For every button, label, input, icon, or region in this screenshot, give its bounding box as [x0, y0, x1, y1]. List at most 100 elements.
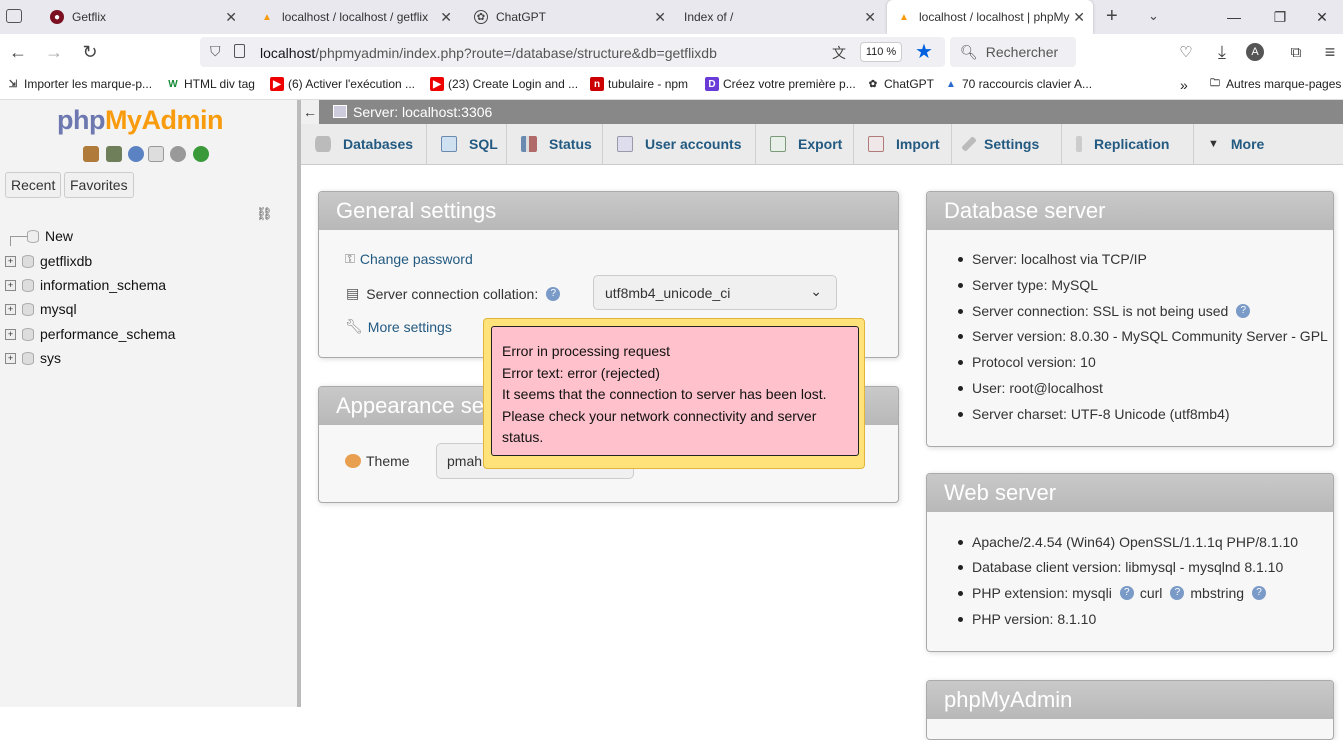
tab-more[interactable]: ▼ More: [1194, 124, 1278, 164]
database-icon: [22, 278, 34, 292]
menu-hamburger-icon[interactable]: ≡: [1318, 40, 1342, 64]
extensions-icon[interactable]: ⧉: [1284, 40, 1308, 64]
list-item: PHP version: 8.1.10: [958, 611, 1096, 627]
tab-settings[interactable]: Settings: [952, 124, 1062, 164]
openclassrooms-icon: D: [705, 77, 719, 91]
docs-icon[interactable]: [148, 146, 164, 162]
error-message: Error in processing request Error text: …: [491, 326, 859, 456]
close-tab-icon[interactable]: ✕: [440, 9, 452, 26]
close-tab-icon[interactable]: ✕: [225, 9, 237, 26]
list-item: Server: localhost via TCP/IP: [958, 251, 1147, 267]
reload-nav-icon[interactable]: [193, 146, 209, 162]
tree-item-mysql[interactable]: + mysql: [0, 299, 77, 319]
bookmark-item[interactable]: ▶ (6) Activer l'exécution ...: [270, 77, 415, 91]
tab-title: Index of /: [684, 10, 734, 24]
bookmark-item[interactable]: W HTML div tag: [166, 77, 255, 91]
back-arrow-icon[interactable]: ←: [6, 40, 30, 64]
link-icon[interactable]: ⛓: [256, 206, 273, 222]
close-tab-icon[interactable]: ✕: [1073, 9, 1085, 26]
database-icon: [22, 351, 34, 365]
minimize-icon[interactable]: —: [1212, 0, 1256, 34]
help-icon[interactable]: ?: [1236, 304, 1251, 318]
bookmark-item[interactable]: ▶ (23) Create Login and ...: [430, 77, 578, 91]
tab-sql[interactable]: SQL: [427, 124, 507, 164]
help-icon[interactable]: ?: [546, 286, 561, 301]
bookmark-item[interactable]: n tubulaire - npm: [590, 77, 688, 91]
gear-icon[interactable]: [170, 146, 186, 162]
collation-select[interactable]: utf8mb4_unicode_ci ⌄: [593, 275, 837, 310]
address-bar[interactable]: ⛉ localhost/phpmyadmin/index.php?route=/…: [200, 37, 945, 67]
tab-list-icon[interactable]: [6, 9, 22, 23]
import-icon: ⇲: [8, 78, 18, 90]
help-icon[interactable]: [128, 146, 144, 162]
dropdown-arrow-icon: ▼: [1208, 138, 1219, 150]
w3-icon: W: [168, 78, 178, 90]
expand-icon[interactable]: +: [5, 328, 16, 340]
expand-icon[interactable]: +: [5, 352, 16, 364]
tree-item-new[interactable]: New: [0, 226, 73, 246]
tree-item-getflixdb[interactable]: + getflixdb: [0, 251, 92, 271]
tree-item-performance-schema[interactable]: + performance_schema: [0, 324, 175, 344]
npm-icon: n: [590, 77, 604, 91]
phpmyadmin-logo[interactable]: phpMyAdmin: [57, 105, 223, 136]
tab-getflix[interactable]: ● Getflix ✕: [40, 0, 245, 34]
home-icon[interactable]: [83, 146, 99, 162]
help-icon[interactable]: ?: [1170, 586, 1185, 600]
reload-icon[interactable]: ↻: [78, 40, 102, 64]
zoom-level[interactable]: 110 %: [860, 42, 902, 62]
new-tab-icon[interactable]: +: [1106, 5, 1118, 28]
favorites-button[interactable]: Favorites: [64, 172, 134, 198]
expand-icon[interactable]: +: [5, 255, 16, 267]
tab-status[interactable]: Status: [507, 124, 603, 164]
account-avatar[interactable]: A: [1246, 43, 1264, 61]
bookmark-item[interactable]: ✿ ChatGPT: [866, 77, 934, 91]
help-icon[interactable]: ?: [1252, 586, 1267, 600]
tab-databases[interactable]: Databases: [301, 124, 427, 164]
tab-import[interactable]: Import: [854, 124, 952, 164]
new-database-icon: [27, 229, 39, 243]
tree-item-information-schema[interactable]: + information_schema: [0, 275, 166, 295]
tab-index[interactable]: Index of / ✕: [674, 0, 884, 34]
url-text[interactable]: localhost/phpmyadmin/index.php?route=/da…: [260, 45, 717, 61]
tab-chatgpt[interactable]: ✿ ChatGPT ✕: [464, 0, 674, 34]
tab-replication[interactable]: Replication: [1062, 124, 1194, 164]
bookmark-item[interactable]: D Créez votre première p...: [705, 77, 856, 91]
logout-icon[interactable]: [106, 146, 122, 162]
tab-overflow-chevron-icon[interactable]: ⌄: [1148, 8, 1159, 24]
forward-arrow-icon[interactable]: →: [42, 40, 66, 64]
close-tab-icon[interactable]: ✕: [864, 9, 876, 26]
bookmark-item[interactable]: ⇲ Importer les marque-p...: [6, 77, 152, 91]
help-icon[interactable]: ?: [1119, 586, 1134, 600]
download-icon[interactable]: ⤓: [1210, 40, 1234, 64]
collapse-arrow-icon[interactable]: ←: [301, 100, 319, 124]
change-password-link[interactable]: ⚿ Change password: [345, 251, 473, 267]
expand-icon[interactable]: +: [5, 303, 16, 315]
bookmark-item[interactable]: ▲ 70 raccourcis clavier A...: [944, 77, 1092, 91]
expand-icon[interactable]: +: [5, 279, 16, 291]
recent-button[interactable]: Recent: [5, 172, 62, 198]
translate-icon[interactable]: 文: [832, 43, 846, 63]
tab-pma-getflix[interactable]: ▲ localhost / localhost / getflix ✕: [250, 0, 460, 34]
bookmark-star-icon[interactable]: ★: [915, 39, 933, 64]
error-notification[interactable]: Error in processing request Error text: …: [483, 318, 865, 469]
import-icon: [868, 136, 884, 152]
tab-pma-active[interactable]: ▲ localhost / localhost | phpMy ✕: [887, 0, 1093, 34]
close-window-icon[interactable]: ✕: [1301, 0, 1343, 34]
restore-icon[interactable]: ❐: [1258, 0, 1302, 34]
page-icon[interactable]: [234, 44, 245, 58]
bookmarks-overflow-icon[interactable]: »: [1180, 77, 1188, 93]
pocket-icon[interactable]: ♡: [1174, 40, 1198, 64]
other-bookmarks[interactable]: 🗀 Autres marque-pages: [1208, 77, 1341, 91]
tab-export[interactable]: Export: [756, 124, 854, 164]
triangle-icon: ▲: [946, 78, 956, 90]
close-tab-icon[interactable]: ✕: [654, 9, 666, 26]
more-settings-link[interactable]: 🔧︎ More settings: [345, 318, 452, 335]
list-item: Server version: 8.0.30 - MySQL Community…: [958, 328, 1328, 344]
tree-item-sys[interactable]: + sys: [0, 348, 61, 368]
shield-icon[interactable]: ⛉: [210, 43, 221, 60]
panel-heading: Database server: [927, 192, 1333, 230]
search-input[interactable]: 🔍︎ Rechercher: [950, 37, 1076, 67]
tab-user-accounts[interactable]: User accounts: [603, 124, 756, 164]
panel-resize-handle[interactable]: [297, 100, 301, 707]
server-label[interactable]: Server: localhost:3306: [353, 104, 492, 120]
